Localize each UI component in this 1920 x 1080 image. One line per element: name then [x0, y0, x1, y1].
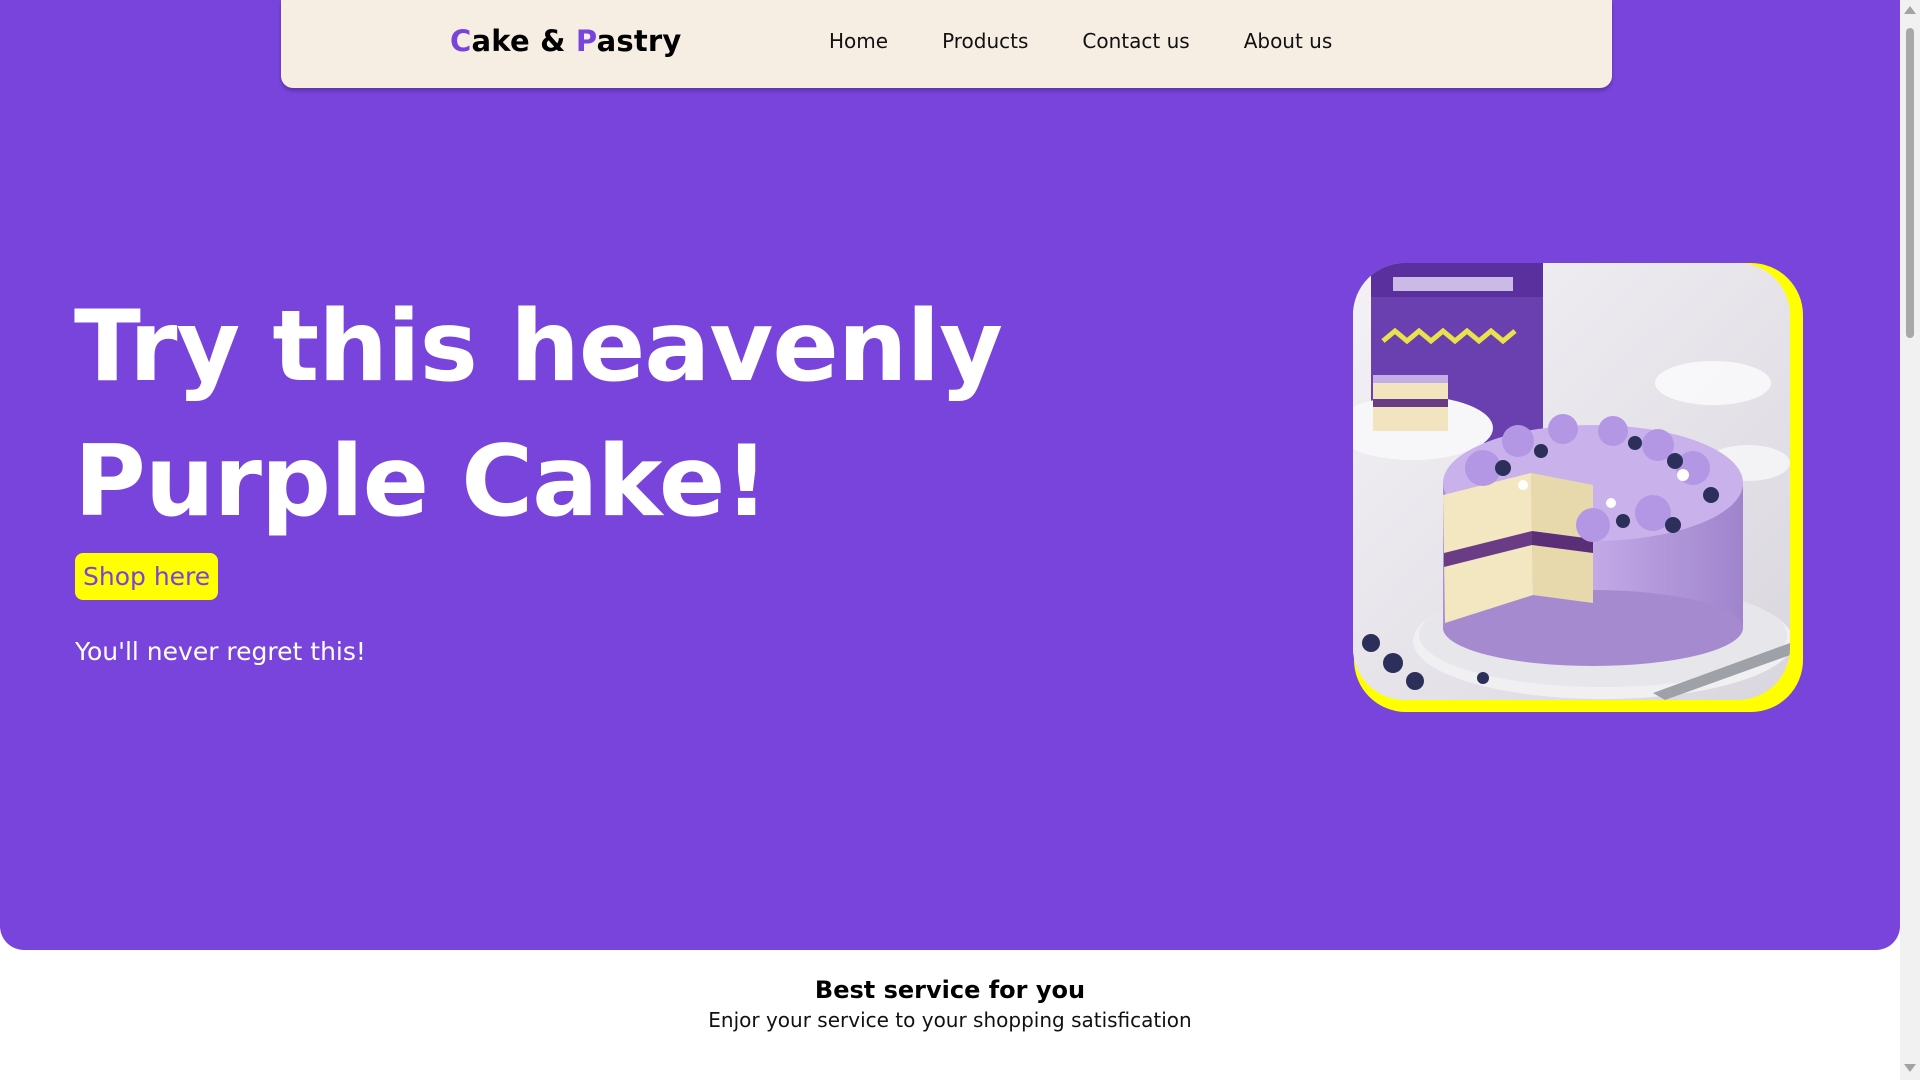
nav-link-home[interactable]: Home — [829, 29, 888, 53]
hero-section: Try this heavenly Purple Cake! Shop here … — [0, 0, 1900, 950]
cake-photo-image — [1353, 263, 1790, 700]
shop-here-button[interactable]: Shop here — [75, 553, 219, 600]
vertical-scrollbar[interactable] — [1900, 0, 1920, 1080]
logo-text-cake: ake & — [471, 24, 576, 58]
brand-logo[interactable]: Cake & Pastry — [450, 24, 682, 58]
hero-headline-line1: Try this heavenly — [74, 290, 1003, 404]
hero-headline-line2: Purple Cake! — [74, 425, 769, 539]
nav-link-products[interactable]: Products — [942, 29, 1028, 53]
scroll-up-arrow-icon[interactable] — [1904, 6, 1916, 14]
page: Try this heavenly Purple Cake! Shop here … — [0, 0, 1920, 1080]
scroll-down-arrow-icon[interactable] — [1904, 1064, 1916, 1072]
logo-text-pastry: astry — [596, 24, 682, 58]
service-title: Best service for you — [814, 976, 1086, 1004]
hero-headline: Try this heavenly Purple Cake! — [74, 280, 1174, 550]
hero-tagline: You'll never regret this! — [75, 637, 366, 666]
service-subtitle: Enjor your service to your shopping sati… — [708, 1008, 1192, 1032]
nav-link-about-us[interactable]: About us — [1244, 29, 1333, 53]
nav-link-contact-us[interactable]: Contact us — [1082, 29, 1189, 53]
logo-initial-p: P — [575, 24, 597, 58]
top-navbar: Cake & Pastry Home Products Contact us A… — [281, 0, 1612, 88]
scrollbar-thumb[interactable] — [1906, 28, 1914, 338]
logo-initial-c: C — [450, 24, 472, 58]
nav-links: Home Products Contact us About us — [829, 29, 1386, 53]
